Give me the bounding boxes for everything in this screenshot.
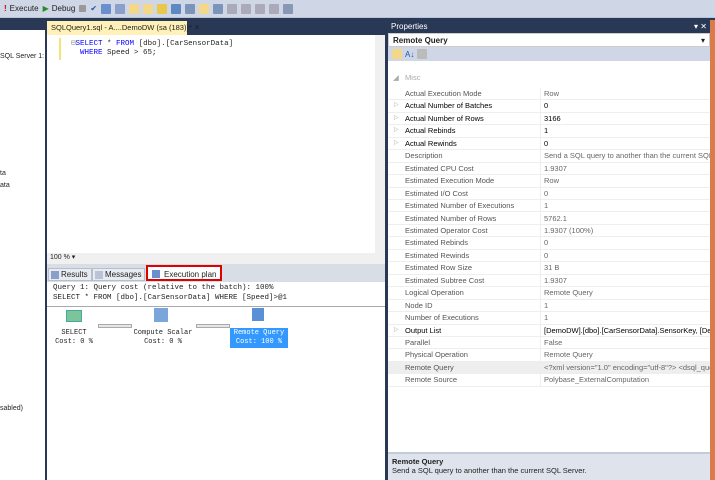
property-row[interactable]: Estimated Number of Executions 1 xyxy=(388,200,710,213)
toolbar: ! Execute ▶ Debug ✔ xyxy=(0,0,715,18)
grid-icon xyxy=(51,271,59,279)
description-pane: Remote Query Send a SQL query to another … xyxy=(388,452,710,480)
select-icon[interactable] xyxy=(66,310,82,322)
uncomment-icon[interactable] xyxy=(241,3,252,14)
property-row[interactable]: Description Send a SQL query to another t… xyxy=(388,150,710,163)
play-icon: ▶ xyxy=(42,4,49,13)
zoom-select[interactable]: 100 % ▾ xyxy=(47,253,385,264)
results-file2-icon[interactable] xyxy=(213,3,224,14)
query-designer-icon[interactable] xyxy=(115,3,126,14)
plan-node-compute-scalar[interactable]: Compute Scalar Cost: 0 % xyxy=(130,329,196,347)
tree-item[interactable]: SQL Server 1: xyxy=(0,53,44,60)
object-selector[interactable]: Remote Query ▾ xyxy=(388,33,710,47)
results-tabs: Results Messages Execution plan xyxy=(47,264,385,282)
property-row[interactable]: Estimated Subtree Cost 1.9307 xyxy=(388,274,710,288)
flow-arrow xyxy=(98,324,132,328)
tab-execution-plan[interactable]: Execution plan xyxy=(146,265,222,281)
property-row[interactable]: Estimated Rebinds 0 xyxy=(388,237,710,250)
execute-button[interactable]: ! Execute xyxy=(4,4,39,13)
property-row[interactable]: Estimated Execution Mode Row xyxy=(388,175,710,188)
display-plan-icon[interactable] xyxy=(101,3,112,14)
outdent-icon[interactable] xyxy=(255,3,266,14)
property-row[interactable]: Logical Operation Remote Query xyxy=(388,287,710,300)
property-row[interactable]: ▷ Actual Number of Batches 0 xyxy=(388,100,710,113)
results-grid-icon[interactable] xyxy=(199,3,210,14)
property-row[interactable]: Physical Operation Remote Query xyxy=(388,349,710,362)
property-row[interactable]: Parallel False xyxy=(388,337,710,350)
remote-query-icon[interactable] xyxy=(252,308,264,321)
property-row[interactable]: ▷ Actual Rebinds 1 xyxy=(388,125,710,138)
query-cost-text: Query 1: Query cost (relative to the bat… xyxy=(53,284,274,292)
stop-icon[interactable] xyxy=(79,5,87,12)
parse-check-icon[interactable]: ✔ xyxy=(90,4,97,13)
plan-node-remote-query[interactable]: Remote Query Cost: 100 % xyxy=(230,328,288,348)
compute-scalar-icon[interactable] xyxy=(154,308,168,322)
property-pages-icon[interactable] xyxy=(417,49,428,59)
document-tab[interactable]: SQLQuery1.sql - A....DemoDW (sa (183))* … xyxy=(47,21,200,35)
include-plan-icon[interactable] xyxy=(143,3,154,14)
indent-icon[interactable] xyxy=(269,3,280,14)
debug-button[interactable]: ▶ Debug xyxy=(43,4,76,13)
expand-icon[interactable]: ▷ xyxy=(394,114,399,121)
comment-icon[interactable] xyxy=(227,3,238,14)
property-row[interactable]: ▷ Actual Number of Rows 3166 xyxy=(388,112,710,126)
property-row[interactable]: Estimated Row Size 31 B xyxy=(388,262,710,275)
results-text-icon[interactable] xyxy=(185,3,196,14)
specify-values-icon[interactable] xyxy=(283,3,294,14)
tab-results[interactable]: Results xyxy=(48,268,92,281)
property-row[interactable]: ▷ Actual Rewinds 0 xyxy=(388,137,710,151)
property-row[interactable]: Remote Source Polybase_ExternalComputatio… xyxy=(388,374,710,387)
property-row[interactable]: Estimated Operator Cost 1.9307 (100%) xyxy=(388,224,710,238)
categorized-icon[interactable] xyxy=(392,49,402,59)
execution-plan-pane: Query 1: Query cost (relative to the bat… xyxy=(47,282,385,480)
flow-arrow xyxy=(196,324,230,328)
vertical-scrollbar[interactable] xyxy=(375,35,385,253)
results-file-icon[interactable] xyxy=(129,3,140,14)
live-stats-icon[interactable] xyxy=(157,3,168,14)
expand-icon[interactable]: ▷ xyxy=(394,326,399,333)
alphabetical-sort-icon[interactable]: A↓ xyxy=(405,50,414,59)
exclamation-icon: ! xyxy=(4,4,7,13)
message-icon xyxy=(95,271,103,279)
tree-item[interactable]: sabled) xyxy=(0,405,23,412)
property-row[interactable]: ▷ Output List [DemoDW].[dbo].[CarSensorDat… xyxy=(388,324,710,337)
property-row[interactable]: Remote Query <?xml version="1.0" encoding… xyxy=(388,361,710,375)
close-icon[interactable]: ✕ xyxy=(194,23,200,32)
tab-messages[interactable]: Messages xyxy=(92,268,146,281)
property-row[interactable]: Estimated I/O Cost 0 xyxy=(388,187,710,201)
query-text: SELECT * FROM [dbo].[CarSensorData] WHER… xyxy=(53,294,288,302)
query-editor[interactable]: ⊟SELECT * FROM [dbo].[CarSensorData] WHE… xyxy=(47,35,385,253)
expand-icon[interactable]: ▷ xyxy=(394,101,399,108)
property-row[interactable]: Actual Execution Mode Row xyxy=(388,88,710,101)
object-explorer-panel: SQL Server 1: ta ata sabled) xyxy=(0,18,45,480)
property-row[interactable]: Number of Executions 1 xyxy=(388,312,710,325)
property-row[interactable]: Estimated CPU Cost 1.9307 xyxy=(388,162,710,176)
plan-icon xyxy=(152,270,160,278)
tree-item[interactable]: ata xyxy=(0,182,10,189)
expand-icon[interactable]: ▷ xyxy=(394,126,399,133)
plan-node-select[interactable]: SELECT Cost: 0 % xyxy=(50,329,98,347)
expand-icon[interactable]: ▷ xyxy=(394,139,399,146)
tree-item[interactable]: ta xyxy=(0,170,6,177)
property-row[interactable]: Estimated Number of Rows 5762.1 xyxy=(388,212,710,225)
properties-panel: Properties ▾ ✕ Remote Query ▾ A↓ ◢ Misc Ac… xyxy=(388,20,710,480)
category-misc[interactable]: ◢ Misc xyxy=(393,73,420,82)
property-row[interactable]: Estimated Rewinds 0 xyxy=(388,249,710,263)
property-row[interactable]: Node ID 1 xyxy=(388,299,710,313)
client-stats-icon[interactable] xyxy=(171,3,182,14)
